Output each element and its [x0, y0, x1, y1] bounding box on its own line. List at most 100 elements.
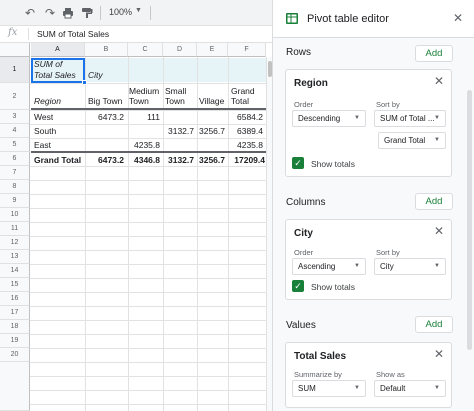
order-dropdown[interactable]: Descending ▼ — [292, 110, 366, 127]
pivot-cell[interactable]: 6473.2 — [86, 112, 124, 122]
add-value-button[interactable]: Add — [415, 316, 453, 333]
toolbar-separator — [150, 6, 151, 20]
pivot-cell[interactable]: 6584.2 — [229, 112, 263, 122]
pivot-total-cell[interactable]: 4346.8 — [129, 155, 160, 165]
pivot-col-header-line1 — [88, 86, 127, 96]
pivot-col-header[interactable]: Medium Town — [129, 86, 163, 106]
column-header-b[interactable]: B — [85, 43, 128, 57]
add-column-button[interactable]: Add — [415, 193, 453, 210]
row-header-4[interactable]: 4 — [0, 124, 30, 138]
pivot-total-label[interactable]: Grand Total — [34, 155, 81, 165]
row-header-17[interactable]: 17 — [0, 306, 30, 320]
sort-by-sub-dropdown[interactable]: Grand Total ▼ — [378, 132, 446, 149]
undo-icon[interactable]: ↶ — [22, 5, 38, 21]
fx-icon: fx — [8, 27, 18, 38]
chevron-down-icon[interactable]: ▼ — [135, 7, 142, 14]
row-header-6[interactable]: 6 — [0, 152, 30, 166]
print-icon[interactable] — [60, 5, 76, 21]
grid-line — [197, 57, 198, 411]
pivot-cell[interactable]: 3132.7 — [164, 126, 194, 136]
row-field-title: Region — [294, 78, 328, 89]
editor-scrollbar[interactable] — [467, 90, 472, 350]
pivot-cell[interactable]: 3256.7 — [198, 126, 225, 136]
value-field-card-total-sales: Total Sales ✕ Summarize by SUM ▼ Show as… — [285, 342, 452, 408]
grid-line — [30, 376, 266, 377]
grid-line — [30, 362, 266, 363]
close-icon[interactable]: ✕ — [434, 224, 444, 238]
pivot-col-header[interactable]: Big Town — [88, 86, 127, 106]
pivot-row-label[interactable]: South — [34, 126, 56, 136]
sort-by-dropdown[interactable]: City ▼ — [374, 258, 446, 275]
row-header-15[interactable]: 15 — [0, 278, 30, 292]
row-header-13[interactable]: 13 — [0, 250, 30, 264]
select-all-corner[interactable] — [0, 43, 30, 57]
pivot-col-header-line2: Village — [199, 96, 225, 106]
sort-by-label: Sort by — [376, 248, 400, 257]
close-icon[interactable]: ✕ — [434, 74, 444, 88]
pivot-cell[interactable]: 6389.4 — [229, 126, 263, 136]
row-header-8[interactable]: 8 — [0, 180, 30, 194]
column-header-a[interactable]: A — [31, 43, 85, 57]
close-icon[interactable]: ✕ — [434, 347, 444, 361]
pivot-col-header[interactable]: Small Town — [165, 86, 197, 106]
chevron-down-icon: ▼ — [434, 115, 440, 121]
grid-line — [30, 306, 266, 307]
pivot-total-cell[interactable]: 3256.7 — [198, 155, 225, 165]
grid-line — [30, 390, 266, 391]
pivot-row-header[interactable]: Region — [34, 96, 61, 106]
column-header-c[interactable]: C — [128, 43, 163, 57]
row-header-19[interactable]: 19 — [0, 334, 30, 348]
row-header-16[interactable]: 16 — [0, 292, 30, 306]
row-header-3[interactable]: 3 — [0, 110, 30, 124]
pivot-col-header-line1: Small — [165, 86, 187, 96]
pivot-cell[interactable]: 4235.8 — [129, 140, 160, 150]
row-header-5[interactable]: 5 — [0, 138, 30, 152]
row-header-18[interactable]: 18 — [0, 320, 30, 334]
grid-line — [30, 320, 266, 321]
row-header-12[interactable]: 12 — [0, 236, 30, 250]
row-header-1[interactable]: 1 — [0, 57, 30, 83]
pivot-col-header-line2: Town — [165, 96, 185, 106]
row-field-card-region: Region ✕ Order Descending ▼ Sort by SUM … — [285, 69, 452, 177]
show-totals-checkbox[interactable]: ✓ — [292, 280, 304, 292]
column-header-d[interactable]: D — [163, 43, 197, 57]
row-header-10[interactable]: 10 — [0, 208, 30, 222]
row-header-7[interactable]: 7 — [0, 166, 30, 180]
show-as-label: Show as — [376, 370, 405, 379]
row-header-2[interactable]: 2 — [0, 83, 30, 110]
row-header-11[interactable]: 11 — [0, 222, 30, 236]
fill-handle[interactable] — [82, 80, 87, 85]
show-totals-checkbox[interactable]: ✓ — [292, 157, 304, 169]
add-row-button[interactable]: Add — [415, 45, 453, 62]
grid-line — [30, 83, 266, 84]
pivot-col-header-line1 — [199, 86, 227, 96]
cell-grid[interactable]: A B C D E F 1 2 3 4 5 6 7 8 9 10 11 12 1… — [0, 43, 272, 411]
pivot-col-header[interactable]: Village — [199, 86, 227, 106]
pivot-row-label[interactable]: East — [34, 140, 51, 150]
close-icon[interactable]: ✕ — [453, 11, 463, 25]
column-header-e[interactable]: E — [197, 43, 228, 57]
pivot-total-cell[interactable]: 17209.4 — [229, 155, 265, 165]
pivot-total-cell[interactable]: 3132.7 — [164, 155, 194, 165]
pivot-columns-label[interactable]: City — [88, 70, 103, 80]
order-dropdown[interactable]: Ascending ▼ — [292, 258, 366, 275]
column-header-f[interactable]: F — [228, 43, 266, 57]
row-header-14[interactable]: 14 — [0, 264, 30, 278]
formula-input[interactable]: SUM of Total Sales — [37, 29, 109, 39]
order-label: Order — [294, 100, 314, 109]
pivot-cell[interactable]: 4235.8 — [229, 140, 263, 150]
row-header-20[interactable]: 20 — [0, 348, 30, 362]
summarize-by-dropdown[interactable]: SUM ▼ — [292, 380, 366, 397]
pivot-col-header[interactable]: Grand Total — [231, 86, 265, 106]
grid-line — [228, 57, 229, 411]
row-header-9[interactable]: 9 — [0, 194, 30, 208]
pivot-total-cell[interactable]: 6473.2 — [86, 155, 124, 165]
paint-format-icon[interactable] — [79, 5, 95, 21]
summarize-by-dropdown-value: SUM — [298, 384, 316, 393]
show-as-dropdown[interactable]: Default ▼ — [374, 380, 446, 397]
redo-icon[interactable]: ↷ — [42, 5, 58, 21]
zoom-select[interactable]: 100% — [109, 7, 132, 17]
pivot-row-label[interactable]: West — [34, 112, 53, 122]
sort-by-dropdown[interactable]: SUM of Total ... ▼ — [374, 110, 446, 127]
pivot-cell[interactable]: 111 — [129, 112, 160, 122]
